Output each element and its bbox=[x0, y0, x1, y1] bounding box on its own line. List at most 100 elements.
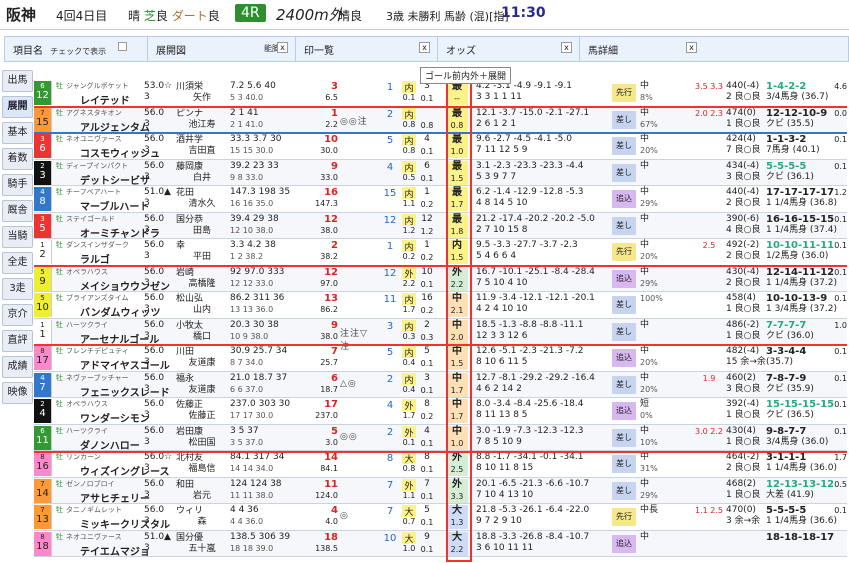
sidebar-tab[interactable]: 騎手 bbox=[2, 174, 33, 196]
trainer-name[interactable]: 高橋隆 bbox=[176, 279, 228, 290]
points-value: 0.0 bbox=[834, 108, 847, 118]
table-row[interactable]: 4 8 牡チーフベアハート マーブルハート 51.0▲ 3 花田 清水久 147.3 198 3… bbox=[34, 186, 847, 213]
distance-label: 中 bbox=[640, 107, 650, 118]
distance-label: 中 bbox=[640, 452, 650, 462]
sire-label: オペラハウス bbox=[66, 267, 108, 276]
table-row[interactable]: 8 17 牡フレンチデピュティ アドマイヤスコール 56.0 3 川田 友道康 30.9 25.… bbox=[34, 345, 847, 372]
trainer-name[interactable]: 平田 bbox=[176, 252, 228, 263]
trainer-name[interactable]: 橋口 bbox=[176, 332, 228, 343]
tenkai-close-icon[interactable]: x bbox=[277, 42, 288, 53]
marks-section[interactable]: 印一覧 x bbox=[295, 37, 435, 61]
table-row[interactable]: 2 3 牡ディープインパクト デットシービサ 56.0 3 藤岡康 白井 39.2 23 33 9… bbox=[34, 159, 847, 187]
jockey-name[interactable]: 和田 bbox=[176, 480, 228, 491]
split-ranks: 5 4 6 6 4 bbox=[476, 251, 517, 261]
jockey-name[interactable]: ピンナ bbox=[176, 109, 228, 120]
table-row[interactable]: 7 14 牡ゼンノロブロイ アサヒチェリー 56.0 3 和田 岩元 124 124 38 11 … bbox=[34, 477, 847, 505]
trainer-name[interactable]: 友道康 bbox=[176, 358, 228, 369]
jockey-name[interactable]: 佐藤正 bbox=[176, 400, 228, 411]
odds-value: 97.0 bbox=[320, 278, 338, 288]
table-row[interactable]: 5 10 牡ブライアンズタイム バンダムウィッツ 56.0 3 松山弘 山内 86.2 311 … bbox=[34, 292, 847, 319]
jockey-name[interactable]: 国分優 bbox=[176, 533, 228, 544]
trainer-name[interactable]: 池江寿 bbox=[176, 120, 228, 131]
horse-detail-section[interactable]: 馬詳細 x bbox=[579, 37, 847, 61]
table-row[interactable]: 7 13 牡タニノギムレット ミッキークリスタル 56.0 3 ウィリ森 4 4 36 4 4 … bbox=[34, 504, 847, 531]
jockey-name[interactable]: 幸 bbox=[176, 241, 228, 252]
sidebar-tab[interactable]: 成績 bbox=[2, 356, 33, 378]
horse-name[interactable]: アサヒチェリー bbox=[80, 490, 150, 505]
odds-close-icon[interactable]: x bbox=[561, 42, 572, 53]
sidebar-tab[interactable]: 映像 bbox=[2, 382, 33, 404]
jockey-name[interactable]: 酒井学 bbox=[176, 135, 228, 146]
jockey-name[interactable]: ウィリ bbox=[176, 506, 228, 517]
horse-detail-close-icon[interactable]: x bbox=[686, 42, 697, 53]
trainer-name[interactable]: 岩元 bbox=[176, 491, 228, 502]
trainer-name[interactable]: 吉田直 bbox=[176, 146, 228, 157]
odds-cell: 17 237.0 bbox=[310, 399, 338, 421]
sex-label: 牡 bbox=[56, 294, 63, 302]
trainer-name[interactable]: 森 bbox=[176, 517, 228, 528]
trainer-name[interactable]: 山内 bbox=[176, 305, 228, 316]
table-row[interactable]: 2 4 牡オペラハウス ワンダーシモン 56.0 3 佐藤正 佐藤正 237.0 303 30 1… bbox=[34, 398, 847, 425]
jockey-name[interactable]: 国分恭 bbox=[176, 215, 228, 226]
show-checkbox[interactable] bbox=[118, 42, 127, 51]
goal-position: 内 1.5 bbox=[446, 240, 468, 264]
item-name-section[interactable]: 項目名 チェックで表示 bbox=[5, 37, 143, 61]
table-row[interactable]: 8 18 牡ネオユニヴァース テイエムマジョ 51.0▲ 3 国分優 五十嵐 138.5 306… bbox=[34, 530, 847, 558]
horse-name[interactable]: デットシービサ bbox=[80, 172, 150, 187]
horse-name[interactable]: テイエムマジョ bbox=[80, 543, 150, 558]
odds-section[interactable]: オッズ x bbox=[437, 37, 577, 61]
trainer-name[interactable]: 田島 bbox=[176, 226, 228, 237]
horse-name[interactable]: ラルゴ bbox=[80, 251, 110, 266]
goal-value: 2.0 bbox=[450, 332, 464, 342]
jockey-name[interactable]: 川須栄 bbox=[176, 82, 228, 93]
sidebar-tab[interactable]: 直評 bbox=[2, 330, 33, 352]
tenkai-section[interactable]: 展開図 能脚 x bbox=[147, 37, 293, 61]
table-row[interactable]: 8 16 牡リンカーン ウィズイングレース 56.0☆ 3 北村友 福島信 84.1 317 3… bbox=[34, 451, 847, 478]
trainer-name[interactable]: 清水久 bbox=[176, 199, 228, 210]
horse-name[interactable]: ワンダーシモン bbox=[80, 410, 150, 425]
table-row[interactable]: 6 11 牡ハーツクライ ダノンハロー 56.0 3 岩田康 松田国 3 5 37 3 5 37.… bbox=[34, 424, 847, 452]
jockey-name[interactable]: 福永 bbox=[176, 374, 228, 385]
jockey-name[interactable]: 花田 bbox=[176, 188, 228, 199]
trainer-name[interactable]: 福島信 bbox=[176, 464, 228, 475]
sidebar-tab[interactable]: 全走 bbox=[2, 252, 33, 274]
trainer-name[interactable]: 白井 bbox=[176, 173, 228, 184]
table-row[interactable]: 1 1 牡ハーツクライ アーセナルゴール 56.0 3 小牧太 橋口 20.3 30 38 10 … bbox=[34, 318, 847, 352]
sidebar-tab[interactable]: 3走 bbox=[2, 278, 33, 300]
jockey-name[interactable]: 岩田康 bbox=[176, 427, 228, 438]
horse-name[interactable]: マーブルハート bbox=[80, 198, 149, 213]
trainer-name[interactable]: 松田国 bbox=[176, 438, 228, 449]
table-row[interactable]: 1 2 牡ダンスインザダーク ラルゴ 56.0 3 幸平田 3.3 4.2 38 1 2 38.… bbox=[34, 239, 847, 266]
marks-close-icon[interactable]: x bbox=[419, 42, 430, 53]
sidebar-tab[interactable]: 京介 bbox=[2, 304, 33, 326]
jockey-name[interactable]: 北村友 bbox=[176, 453, 228, 464]
jockey-name[interactable]: 小牧太 bbox=[176, 321, 228, 332]
jockey-name[interactable]: 藤岡康 bbox=[176, 162, 228, 173]
sidebar-tab[interactable]: 基本 bbox=[2, 122, 33, 144]
table-row[interactable]: 3 5 牡ステイゴールド オーミチャンドラ 56.0 3 国分恭 田島 39.4 29 38 12… bbox=[34, 212, 847, 240]
table-row[interactable]: 7 15 牡アグネスタキオン アルジェンタム 56.0 3 ピンナ 池江寿 2 1 41 2 1 … bbox=[34, 106, 847, 134]
table-row[interactable]: 3 6 牡ネオユニヴァース コスモウィッシュ 56.0 3 酒井学 吉田直 33.3 3.7 3… bbox=[34, 133, 847, 160]
sire-name: 牡ゼンノロブロイ bbox=[56, 479, 115, 489]
split-ranks: 4 6 2 14 2 bbox=[476, 383, 522, 394]
horse-name[interactable]: ダノンハロー bbox=[80, 437, 140, 452]
sidebar-tab[interactable]: 着数 bbox=[2, 148, 33, 170]
jockey-name[interactable]: 川田 bbox=[176, 347, 228, 358]
split-ranks: 2 6 1 2 1 bbox=[476, 118, 517, 129]
speed-ranks: 4 4 36.0 bbox=[230, 517, 264, 526]
jockey-name[interactable]: 松山弘 bbox=[176, 294, 228, 305]
sidebar-tab[interactable]: 当騎 bbox=[2, 226, 33, 248]
sidebar-tab[interactable]: 出馬 bbox=[2, 70, 33, 92]
trainer-name[interactable]: 五十嵐 bbox=[176, 544, 228, 555]
sidebar-tab[interactable]: 展開 bbox=[2, 96, 33, 118]
jockey-name[interactable]: 岩崎 bbox=[176, 268, 228, 279]
table-row[interactable]: 5 9 牡オペラハウス メイショウウンゼン 56.0 3 岩崎 高橋隆 92 97.0 333 1… bbox=[34, 265, 847, 293]
table-row[interactable]: 4 7 牡ネヴァーブッチャー フェニックスレード 56.0 3 福永 友道康 21.0 18.7… bbox=[34, 371, 847, 399]
trainer-name[interactable]: 佐藤正 bbox=[176, 411, 228, 422]
sire-name: 牡フレンチデピュティ bbox=[56, 346, 129, 356]
horse-name[interactable]: レイテッド bbox=[80, 92, 130, 107]
sire-label: ジャングルポケット bbox=[66, 82, 129, 90]
trainer-name[interactable]: 友道康 bbox=[176, 385, 228, 396]
sidebar-tab[interactable]: 厩舎 bbox=[2, 200, 33, 222]
trainer-name[interactable]: 矢作 bbox=[176, 93, 228, 104]
